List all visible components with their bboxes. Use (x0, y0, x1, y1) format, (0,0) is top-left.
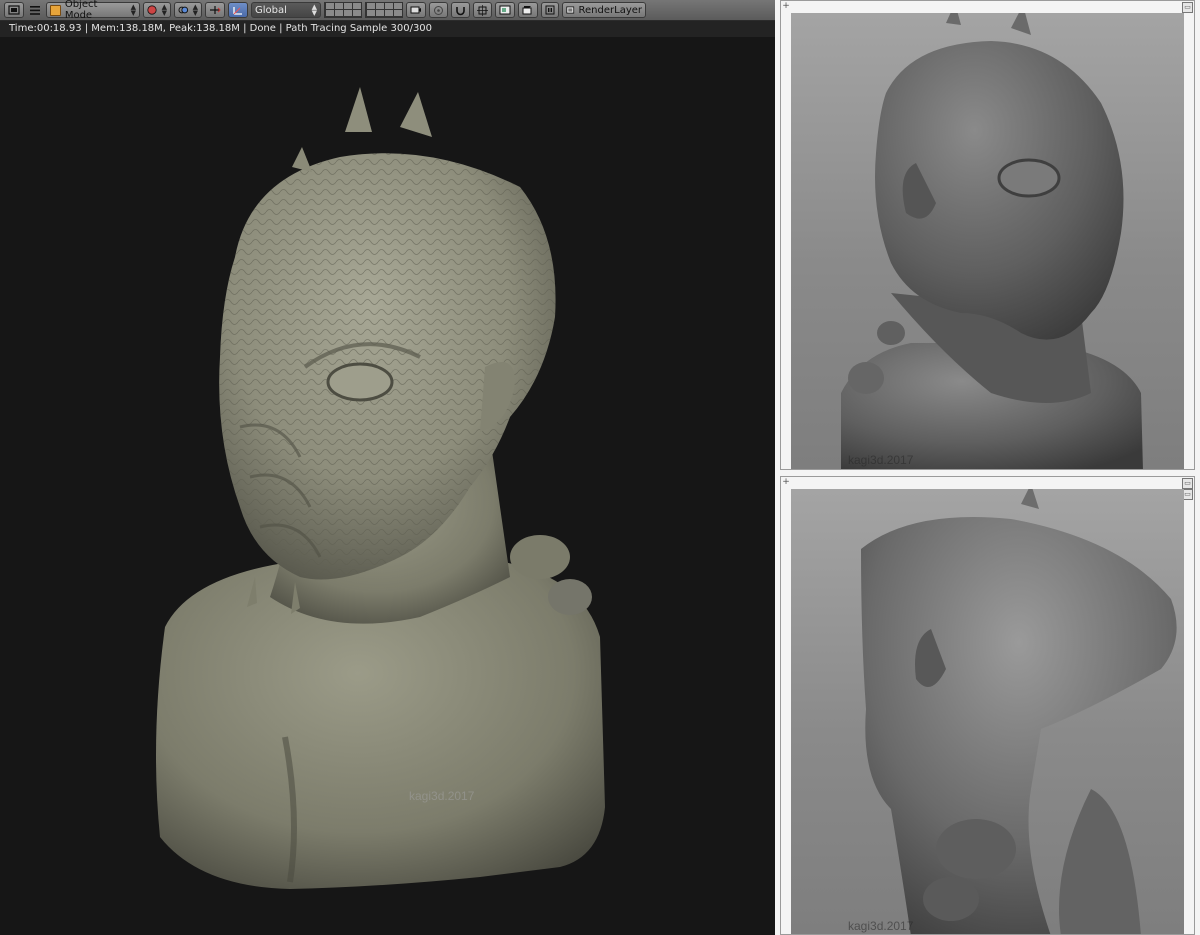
renderlayer-icon (566, 6, 575, 14)
panel-plus-icon[interactable]: + (781, 1, 791, 11)
shading-select[interactable]: ▲ ▼ (143, 2, 171, 18)
menu-icon[interactable] (27, 2, 43, 18)
transform-orientation-icon[interactable] (228, 2, 248, 18)
orientation-select[interactable]: Global ▲ ▼ (251, 2, 321, 18)
snap-magnet-icon[interactable] (451, 2, 470, 18)
zbrush-viewport-back[interactable]: kagi3d.2017 (791, 484, 1184, 934)
object-mode-cube-icon (50, 4, 61, 16)
viewport-header: Object Mode ▲ ▼ ▲ ▼ ▲ ▼ Global ▲ ▼ Rende… (0, 0, 775, 21)
maximize-icon[interactable]: ▭ (1182, 478, 1193, 489)
render-viewport[interactable]: kagi3d.2017 (0, 37, 775, 935)
chevron-updown-icon: ▲ ▼ (130, 3, 136, 17)
panel-plus-icon[interactable]: + (781, 477, 791, 487)
render-status-bar: Time:00:18.93 | Mem:138.18M, Peak:138.18… (0, 21, 775, 37)
zbrush-views: + ▭ kagi3d.2017 + ▭ ▭ kagi3d.2017 (775, 0, 1200, 935)
pause-icon[interactable] (541, 2, 559, 18)
render-still-icon[interactable] (518, 2, 538, 18)
render-layer-select[interactable]: RenderLayer (562, 2, 646, 18)
chevron-updown-icon: ▲ ▼ (311, 3, 317, 17)
watermark-top-right: kagi3d.2017 (848, 453, 914, 467)
zbrush-panel-front: + ▭ kagi3d.2017 (780, 0, 1195, 470)
editor-type-icon[interactable] (4, 2, 24, 18)
mode-label: Object Mode (64, 0, 98, 21)
layers-grid[interactable] (324, 2, 362, 18)
orientation-label: Global (255, 4, 287, 16)
zbrush-panel-back: + ▭ ▭ kagi3d.2017 (780, 476, 1195, 935)
proportional-edit-icon[interactable] (429, 2, 448, 18)
rendered-creature-bust (156, 87, 605, 889)
sculpt-back-view (861, 484, 1177, 934)
pivot-icon (178, 6, 189, 14)
chevron-updown-icon: ▲ ▼ (161, 3, 167, 17)
pivot-select[interactable]: ▲ ▼ (174, 2, 202, 18)
blender-window: Object Mode ▲ ▼ ▲ ▼ ▲ ▼ Global ▲ ▼ Rende… (0, 0, 775, 935)
opengl-render-icon[interactable] (495, 2, 515, 18)
mode-select[interactable]: Object Mode ▲ ▼ (46, 0, 140, 21)
shading-sphere-icon (147, 5, 157, 15)
layers-grid[interactable] (365, 2, 403, 18)
watermark-main: kagi3d.2017 (409, 789, 475, 803)
chevron-updown-icon: ▲ ▼ (192, 3, 198, 17)
sculpt-front-view (841, 3, 1143, 469)
watermark-bottom-right: kagi3d.2017 (848, 919, 914, 933)
manipulator-icon[interactable] (205, 2, 225, 18)
camera-render-icon[interactable] (406, 2, 426, 18)
zbrush-viewport-front[interactable]: kagi3d.2017 (791, 3, 1184, 469)
maximize-icon[interactable]: ▭ (1182, 2, 1193, 13)
render-layer-label: RenderLayer (578, 4, 642, 16)
snap-element-icon[interactable] (473, 2, 492, 18)
